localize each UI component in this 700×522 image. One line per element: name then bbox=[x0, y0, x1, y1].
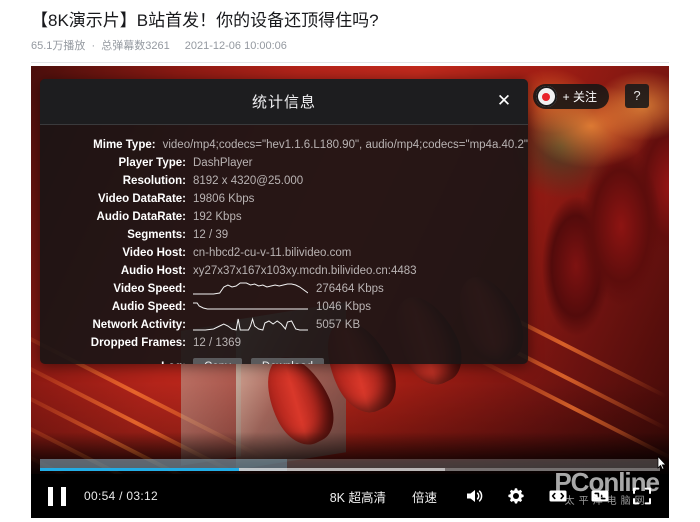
network-activity-sparkline bbox=[193, 317, 308, 332]
progress-played bbox=[40, 468, 239, 471]
stat-label: Audio Host: bbox=[120, 264, 186, 277]
statistics-panel-header: 统计信息 ✕ bbox=[40, 79, 528, 125]
volume-icon[interactable] bbox=[463, 485, 485, 507]
control-bar: 00:54 / 03:12 8K 超高清 倍速 bbox=[31, 474, 669, 518]
video-page: 【8K演示片】B站首发！你的设备还顶得住吗? 65.1万播放 · 总弹幕数326… bbox=[0, 0, 700, 522]
help-button[interactable]: ? bbox=[625, 84, 649, 108]
stat-row-log: Log: Copy Download bbox=[40, 355, 528, 364]
stat-value: 12 / 39 bbox=[193, 228, 229, 241]
stat-value: 276464 Kbps bbox=[316, 282, 384, 295]
stat-value: 12 / 1369 bbox=[193, 336, 241, 349]
view-count: 65.1万播放 bbox=[31, 40, 86, 52]
stat-row-player-type: Player Type: DashPlayer bbox=[40, 154, 528, 171]
stat-row-resolution: Resolution: 8192 x 4320@25.000 bbox=[40, 172, 528, 189]
follow-button-label: + 关注 bbox=[562, 90, 597, 104]
stat-row-segments: Segments: 12 / 39 bbox=[40, 226, 528, 243]
audio-speed-sparkline bbox=[193, 299, 308, 314]
header-divider bbox=[31, 62, 669, 63]
statistics-panel-body: Mime Type: video/mp4;codecs="hev1.1.6.L1… bbox=[40, 125, 528, 364]
close-icon[interactable]: ✕ bbox=[493, 90, 515, 112]
publish-date: 2021-12-06 10:00:06 bbox=[184, 40, 287, 52]
stat-value: video/mp4;codecs="hev1.1.6.L180.90", aud… bbox=[162, 138, 528, 151]
stat-label: Network Activity: bbox=[92, 318, 186, 331]
stat-label: Video Speed: bbox=[113, 282, 186, 295]
stat-label: Video Host: bbox=[122, 246, 186, 259]
stat-value: 19806 Kbps bbox=[193, 192, 255, 205]
web-fullscreen-icon[interactable] bbox=[589, 485, 611, 507]
stat-label: Mime Type: bbox=[93, 138, 156, 151]
stat-value: DashPlayer bbox=[193, 156, 253, 169]
stat-row-audio-datarate: Audio DataRate: 192 Kbps bbox=[40, 208, 528, 225]
stat-row-network-activity: Network Activity: 5057 KB bbox=[40, 316, 528, 333]
stat-value: xy27x37x167x103xy.mcdn.bilivideo.cn:4483 bbox=[193, 264, 417, 277]
stat-label: Player Type: bbox=[118, 156, 186, 169]
page-title: 【8K演示片】B站首发！你的设备还顶得住吗? bbox=[31, 11, 379, 30]
progress-bar[interactable] bbox=[40, 459, 660, 471]
stat-label: Audio DataRate: bbox=[96, 210, 186, 223]
stat-label: Audio Speed: bbox=[111, 300, 186, 313]
quality-selector[interactable]: 8K 超高清 bbox=[330, 487, 386, 506]
statistics-panel[interactable]: 统计信息 ✕ Mime Type: video/mp4;codecs="hev1… bbox=[40, 79, 528, 364]
pause-icon[interactable] bbox=[48, 486, 66, 506]
statistics-panel-title: 统计信息 bbox=[251, 94, 316, 111]
stat-label-log: Log: bbox=[40, 361, 193, 364]
stat-row-video-datarate: Video DataRate: 19806 Kbps bbox=[40, 190, 528, 207]
playback-speed-selector[interactable]: 倍速 bbox=[412, 487, 437, 506]
copy-log-button[interactable]: Copy bbox=[193, 358, 242, 364]
fullscreen-icon[interactable] bbox=[631, 485, 653, 507]
video-player[interactable]: 统计信息 ✕ Mime Type: video/mp4;codecs="hev1… bbox=[31, 66, 669, 518]
stat-label: Dropped Frames: bbox=[90, 336, 186, 349]
video-speed-sparkline bbox=[193, 281, 308, 296]
gear-icon[interactable] bbox=[505, 485, 527, 507]
stat-row-audio-host: Audio Host: xy27x37x167x103xy.mcdn.biliv… bbox=[40, 262, 528, 279]
follow-button[interactable]: + 关注 bbox=[532, 84, 609, 109]
stat-value: cn-hbcd2-cu-v-11.bilivideo.com bbox=[193, 246, 352, 259]
stat-row-mime-type: Mime Type: video/mp4;codecs="hev1.1.6.L1… bbox=[40, 136, 528, 153]
video-metadata: 65.1万播放 · 总弹幕数3261 2021-12-06 10:00:06 bbox=[31, 37, 287, 53]
widescreen-icon[interactable] bbox=[547, 485, 569, 507]
stat-value: 1046 Kbps bbox=[316, 300, 371, 313]
stat-label: Resolution: bbox=[122, 174, 186, 187]
uploader-avatar-icon bbox=[535, 86, 557, 107]
stat-value: 5057 KB bbox=[316, 318, 361, 331]
stat-value: 8192 x 4320@25.000 bbox=[193, 174, 304, 187]
stat-row-audio-speed: Audio Speed: 1046 Kbps bbox=[40, 298, 528, 315]
stat-row-video-speed: Video Speed: 276464 Kbps bbox=[40, 280, 528, 297]
download-log-button[interactable]: Download bbox=[250, 358, 325, 364]
time-display: 00:54 / 03:12 bbox=[84, 489, 158, 503]
stat-row-dropped-frames: Dropped Frames: 12 / 1369 bbox=[40, 334, 528, 351]
stat-row-video-host: Video Host: cn-hbcd2-cu-v-11.bilivideo.c… bbox=[40, 244, 528, 261]
metadata-separator: · bbox=[91, 40, 96, 52]
stat-value: 192 Kbps bbox=[193, 210, 242, 223]
stat-label: Segments: bbox=[127, 228, 186, 241]
danmaku-count: 总弹幕数3261 bbox=[101, 40, 170, 52]
stat-label: Video DataRate: bbox=[98, 192, 186, 205]
